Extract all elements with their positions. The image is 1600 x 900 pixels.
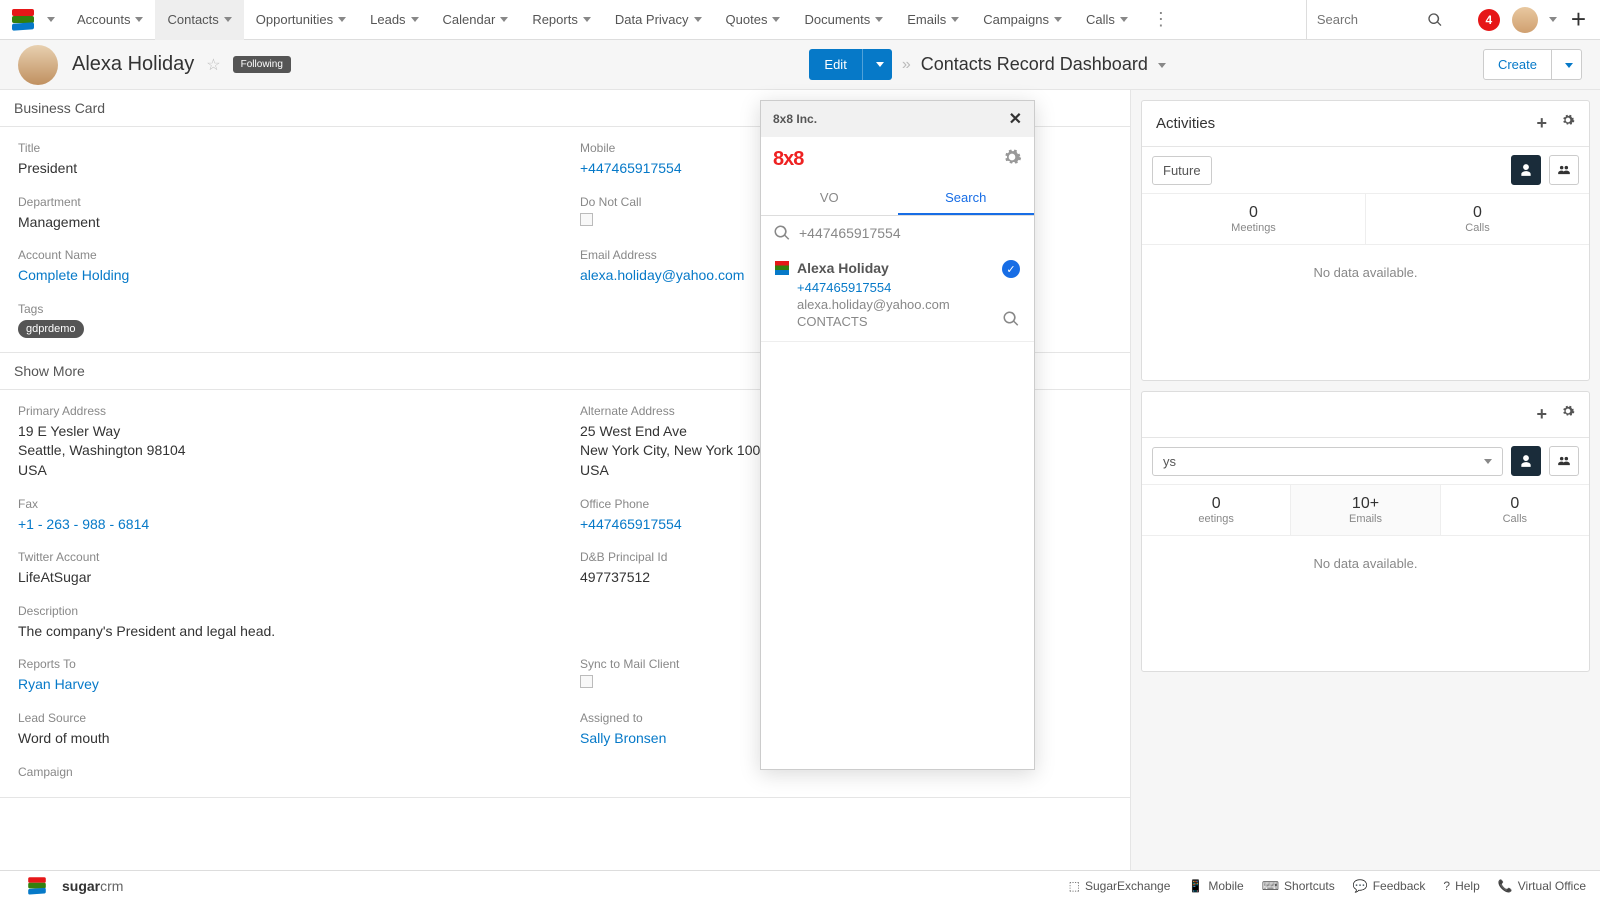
dashboard-panel: Activities + Future 0Meetings 0Calls No … bbox=[1130, 90, 1600, 870]
department-value: Management bbox=[18, 213, 550, 233]
fax-label: Fax bbox=[18, 497, 550, 511]
nav-reports[interactable]: Reports bbox=[520, 0, 603, 40]
nav-data-privacy[interactable]: Data Privacy bbox=[603, 0, 714, 40]
top-nav: Accounts Contacts Opportunities Leads Ca… bbox=[0, 0, 1600, 40]
app-logo-icon[interactable] bbox=[12, 9, 34, 31]
group-filter-icon[interactable] bbox=[1549, 446, 1579, 476]
no-data-text: No data available. bbox=[1142, 245, 1589, 380]
module-icon bbox=[775, 261, 789, 275]
notification-badge[interactable]: 4 bbox=[1478, 9, 1500, 31]
panel-collapse-icon[interactable]: » bbox=[892, 56, 921, 74]
logo-caret-icon[interactable] bbox=[47, 17, 55, 22]
activities-card: Activities + Future 0Meetings 0Calls No … bbox=[1141, 100, 1590, 381]
activities-stats: 0Meetings 0Calls bbox=[1142, 194, 1589, 245]
activities-filter-select[interactable]: Future bbox=[1152, 156, 1212, 185]
nav-overflow-icon[interactable]: ⋮ bbox=[1140, 9, 1184, 30]
user-menu-caret-icon[interactable] bbox=[1549, 17, 1557, 22]
nav-calls[interactable]: Calls bbox=[1074, 0, 1140, 40]
user-filter-icon[interactable] bbox=[1511, 446, 1541, 476]
activities-title: Activities bbox=[1156, 115, 1536, 132]
account-name-value[interactable]: Complete Holding bbox=[18, 266, 550, 286]
title-value: President bbox=[18, 159, 550, 179]
card-gear-icon[interactable] bbox=[1561, 404, 1575, 425]
sync-mail-checkbox[interactable] bbox=[580, 675, 593, 688]
magnify-icon[interactable] bbox=[1002, 310, 1020, 331]
lead-source-label: Lead Source bbox=[18, 711, 550, 725]
dashboard-title[interactable]: Contacts Record Dashboard bbox=[921, 54, 1166, 75]
footer-logo[interactable]: sugarcrm bbox=[14, 875, 123, 897]
create-button[interactable]: Create bbox=[1483, 49, 1552, 80]
footer-sugarexchange[interactable]: ⬚ SugarExchange bbox=[1069, 879, 1171, 893]
card-add-icon[interactable]: + bbox=[1536, 404, 1547, 425]
fax-value[interactable]: +1 - 263 - 988 - 6814 bbox=[18, 515, 550, 535]
following-badge[interactable]: Following bbox=[233, 56, 291, 73]
nav-contacts[interactable]: Contacts bbox=[155, 0, 243, 40]
campaign-label: Campaign bbox=[18, 765, 550, 779]
history-stats: 0eetings 10+Emails 0Calls bbox=[1142, 485, 1589, 536]
edit-button[interactable]: Edit bbox=[809, 49, 861, 80]
footer-mobile[interactable]: 📱 Mobile bbox=[1188, 879, 1243, 893]
record-header: Alexa Holiday ☆ Following Edit » Contact… bbox=[0, 40, 1600, 90]
result-module: CONTACTS bbox=[775, 314, 1020, 329]
title-label: Title bbox=[18, 141, 550, 155]
footer-help[interactable]: ? Help bbox=[1443, 879, 1479, 893]
card-add-icon[interactable]: + bbox=[1536, 113, 1547, 134]
quick-create-icon[interactable]: + bbox=[1557, 4, 1600, 35]
department-label: Department bbox=[18, 195, 550, 209]
user-filter-icon[interactable] bbox=[1511, 155, 1541, 185]
close-icon[interactable]: ✕ bbox=[1009, 109, 1022, 129]
nav-campaigns[interactable]: Campaigns bbox=[971, 0, 1074, 40]
create-dropdown-button[interactable] bbox=[1552, 49, 1582, 80]
history-card: + ys 0eetings 10+Emails 0Calls No data a… bbox=[1141, 391, 1590, 672]
popup-search-input[interactable] bbox=[799, 225, 1022, 241]
reports-to-label: Reports To bbox=[18, 657, 550, 671]
record-name: Alexa Holiday bbox=[72, 53, 194, 76]
contact-avatar-icon bbox=[18, 45, 58, 85]
reports-to-value[interactable]: Ryan Harvey bbox=[18, 675, 550, 695]
footer: sugarcrm ⬚ SugarExchange 📱 Mobile ⌨ Shor… bbox=[0, 870, 1600, 900]
gear-icon[interactable] bbox=[1002, 147, 1022, 172]
edit-dropdown-button[interactable] bbox=[862, 49, 892, 80]
search-input[interactable] bbox=[1317, 12, 1427, 27]
nav-quotes[interactable]: Quotes bbox=[714, 0, 793, 40]
integration-popup: 8x8 Inc. ✕ 8x8 VO Search Alexa Holiday ✓… bbox=[760, 100, 1035, 770]
primary-address-label: Primary Address bbox=[18, 404, 550, 418]
footer-feedback[interactable]: 💬 Feedback bbox=[1353, 879, 1426, 893]
nav-opportunities[interactable]: Opportunities bbox=[244, 0, 358, 40]
footer-shortcuts[interactable]: ⌨ Shortcuts bbox=[1262, 879, 1335, 893]
result-phone[interactable]: +447465917554 bbox=[775, 280, 1020, 295]
user-avatar-icon[interactable] bbox=[1512, 7, 1538, 33]
primary-address-value: 19 E Yesler WaySeattle, Washington 98104… bbox=[18, 422, 550, 481]
no-data-text: No data available. bbox=[1142, 536, 1589, 671]
check-icon: ✓ bbox=[1002, 260, 1020, 278]
tag-pill[interactable]: gdprdemo bbox=[18, 320, 84, 338]
history-filter-select[interactable]: ys bbox=[1152, 447, 1503, 476]
search-result[interactable]: Alexa Holiday ✓ +447465917554 alexa.holi… bbox=[761, 250, 1034, 342]
nav-emails[interactable]: Emails bbox=[895, 0, 971, 40]
search-icon bbox=[773, 224, 791, 242]
popup-title: 8x8 Inc. bbox=[773, 112, 817, 126]
favorite-star-icon[interactable]: ☆ bbox=[206, 55, 220, 75]
do-not-call-checkbox[interactable] bbox=[580, 213, 593, 226]
popup-logo: 8x8 bbox=[773, 148, 803, 171]
tab-search[interactable]: Search bbox=[898, 182, 1035, 215]
footer-virtual-office[interactable]: 📞 Virtual Office bbox=[1498, 879, 1586, 893]
nav-accounts[interactable]: Accounts bbox=[65, 0, 155, 40]
card-gear-icon[interactable] bbox=[1561, 113, 1575, 134]
twitter-value: LifeAtSugar bbox=[18, 568, 550, 588]
search-icon[interactable] bbox=[1427, 12, 1443, 28]
group-filter-icon[interactable] bbox=[1549, 155, 1579, 185]
result-email: alexa.holiday@yahoo.com bbox=[775, 297, 1020, 312]
account-name-label: Account Name bbox=[18, 248, 550, 262]
twitter-label: Twitter Account bbox=[18, 550, 550, 564]
nav-documents[interactable]: Documents bbox=[792, 0, 895, 40]
global-search[interactable] bbox=[1306, 0, 1466, 40]
lead-source-value: Word of mouth bbox=[18, 729, 550, 749]
nav-leads[interactable]: Leads bbox=[358, 0, 430, 40]
result-name: Alexa Holiday bbox=[797, 260, 889, 276]
tab-vo[interactable]: VO bbox=[761, 182, 898, 215]
nav-calendar[interactable]: Calendar bbox=[431, 0, 521, 40]
